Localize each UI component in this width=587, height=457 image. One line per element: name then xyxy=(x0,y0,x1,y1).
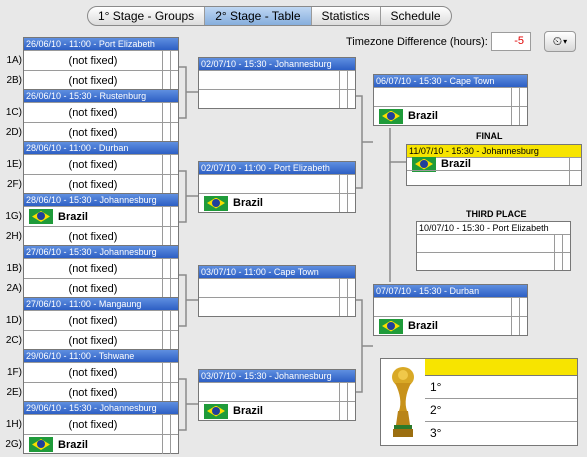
slot-label: 2C) xyxy=(5,335,22,346)
team-name: Brazil xyxy=(408,320,438,332)
team-name xyxy=(199,175,339,193)
team-name: (not fixed) xyxy=(68,74,118,87)
team-name: (not fixed) xyxy=(68,262,118,275)
qf-match-4: 03/07/10 - 15:30 - Johannesburg Brazil xyxy=(198,369,356,421)
team-name xyxy=(199,90,339,108)
team-name xyxy=(374,88,511,106)
qf-match-1: 02/07/10 - 15:30 - Johannesburg xyxy=(198,57,356,109)
slot-label: 1F) xyxy=(7,367,22,378)
team-name xyxy=(417,253,554,270)
brazil-flag-icon xyxy=(379,108,403,124)
podium-table: 1° 2° 3° xyxy=(380,358,578,446)
team-name: Brazil xyxy=(58,210,88,223)
team-name: (not fixed) xyxy=(68,126,118,139)
match-header: 03/07/10 - 15:30 - Johannesburg xyxy=(199,370,355,382)
team-name xyxy=(407,171,569,185)
team-name xyxy=(199,383,339,401)
team-name: (not fixed) xyxy=(68,386,118,399)
slot-label: 2D) xyxy=(5,127,22,138)
slot-label: 1H) xyxy=(5,419,22,430)
team-name xyxy=(417,235,554,252)
match-header: 11/07/10 - 15:30 - Johannesburg xyxy=(407,145,581,157)
team-name: Brazil xyxy=(441,158,471,170)
slot-label: 1C) xyxy=(5,107,22,118)
match-header: 07/07/10 - 15:30 - Durban xyxy=(374,285,527,297)
team-name: Brazil xyxy=(233,405,263,417)
slot-label: 1G) xyxy=(5,211,22,222)
match-header: 27/06/10 - 15:30 - Johannesburg xyxy=(24,246,178,258)
team-name xyxy=(374,298,511,316)
r16-match-4: 28/06/10 - 15:30 - Johannesburg Brazil (… xyxy=(23,193,179,246)
team-name: (not fixed) xyxy=(68,418,118,431)
slot-label: 1E) xyxy=(6,159,22,170)
slot-label: 2H) xyxy=(5,231,22,242)
slot-label: 1B) xyxy=(6,263,22,274)
podium-third: 3° xyxy=(430,426,442,440)
team-name: (not fixed) xyxy=(68,178,118,191)
slot-label: 2A) xyxy=(6,283,22,294)
team-name: Brazil xyxy=(58,438,88,451)
team-name xyxy=(199,279,339,297)
team-name: (not fixed) xyxy=(68,366,118,379)
r16-match-2: 26/06/10 - 15:30 - Rustenburg (not fixed… xyxy=(23,89,179,142)
qf-match-2: 02/07/10 - 11:00 - Port Elizabeth Brazil xyxy=(198,161,356,213)
team-name: (not fixed) xyxy=(68,158,118,171)
slot-label: 1D) xyxy=(5,315,22,326)
qf-match-3: 03/07/10 - 11:00 - Cape Town xyxy=(198,265,356,317)
match-header: 29/06/10 - 15:30 - Johannesburg xyxy=(24,402,178,414)
match-header: 06/07/10 - 15:30 - Cape Town xyxy=(374,75,527,87)
match-header: 29/06/10 - 11:00 - Tshwane xyxy=(24,350,178,362)
team-name xyxy=(199,71,339,89)
r16-match-3: 28/06/10 - 11:00 - Durban (not fixed) (n… xyxy=(23,141,179,194)
match-header: 10/07/10 - 15:30 - Port Elizabeth xyxy=(417,222,570,234)
slot-label: 1A) xyxy=(6,55,22,66)
brazil-flag-icon xyxy=(29,437,53,452)
final-match: 11/07/10 - 15:30 - Johannesburg Brazil xyxy=(406,144,582,186)
sf-match-1: 06/07/10 - 15:30 - Cape Town Brazil xyxy=(373,74,528,126)
r16-match-1: 26/06/10 - 11:00 - Port Elizabeth (not f… xyxy=(23,37,179,90)
match-header: 03/07/10 - 11:00 - Cape Town xyxy=(199,266,355,278)
r16-match-7: 29/06/10 - 11:00 - Tshwane (not fixed) (… xyxy=(23,349,179,402)
brazil-flag-icon xyxy=(204,195,228,211)
final-title: FINAL xyxy=(476,131,503,141)
slot-label: 2G) xyxy=(5,439,22,450)
team-name: (not fixed) xyxy=(68,334,118,347)
sf-match-2: 07/07/10 - 15:30 - Durban Brazil xyxy=(373,284,528,336)
brazil-flag-icon xyxy=(204,403,228,419)
team-name xyxy=(199,298,339,316)
podium-first: 1° xyxy=(425,376,577,399)
team-name: (not fixed) xyxy=(68,106,118,119)
team-name: (not fixed) xyxy=(68,282,118,295)
match-header: 02/07/10 - 15:30 - Johannesburg xyxy=(199,58,355,70)
match-header: 26/06/10 - 11:00 - Port Elizabeth xyxy=(24,38,178,50)
match-header: 27/06/10 - 11:00 - Mangaung xyxy=(24,298,178,310)
team-name: (not fixed) xyxy=(68,314,118,327)
r16-match-5: 27/06/10 - 15:30 - Johannesburg (not fix… xyxy=(23,245,179,298)
team-name: Brazil xyxy=(233,197,263,209)
podium-second: 2° xyxy=(425,399,577,422)
team-name: (not fixed) xyxy=(68,230,118,243)
slot-label: 2B) xyxy=(6,75,22,86)
match-header: 28/06/10 - 15:30 - Johannesburg xyxy=(24,194,178,206)
slot-label: 2F) xyxy=(7,179,22,190)
team-name: Brazil xyxy=(408,110,438,122)
third-place-title: THIRD PLACE xyxy=(466,209,527,219)
r16-match-6: 27/06/10 - 11:00 - Mangaung (not fixed) … xyxy=(23,297,179,350)
podium-header xyxy=(425,359,577,376)
world-cup-trophy-icon xyxy=(381,359,425,445)
match-header: 02/07/10 - 11:00 - Port Elizabeth xyxy=(199,162,355,174)
r16-match-8: 29/06/10 - 15:30 - Johannesburg (not fix… xyxy=(23,401,179,454)
third-place-match: 10/07/10 - 15:30 - Port Elizabeth xyxy=(416,221,571,271)
brazil-flag-icon xyxy=(379,318,403,334)
slot-label: 2E) xyxy=(6,387,22,398)
match-header: 26/06/10 - 15:30 - Rustenburg xyxy=(24,90,178,102)
match-header: 28/06/10 - 11:00 - Durban xyxy=(24,142,178,154)
brazil-flag-icon xyxy=(29,209,53,224)
team-name: (not fixed) xyxy=(68,54,118,67)
